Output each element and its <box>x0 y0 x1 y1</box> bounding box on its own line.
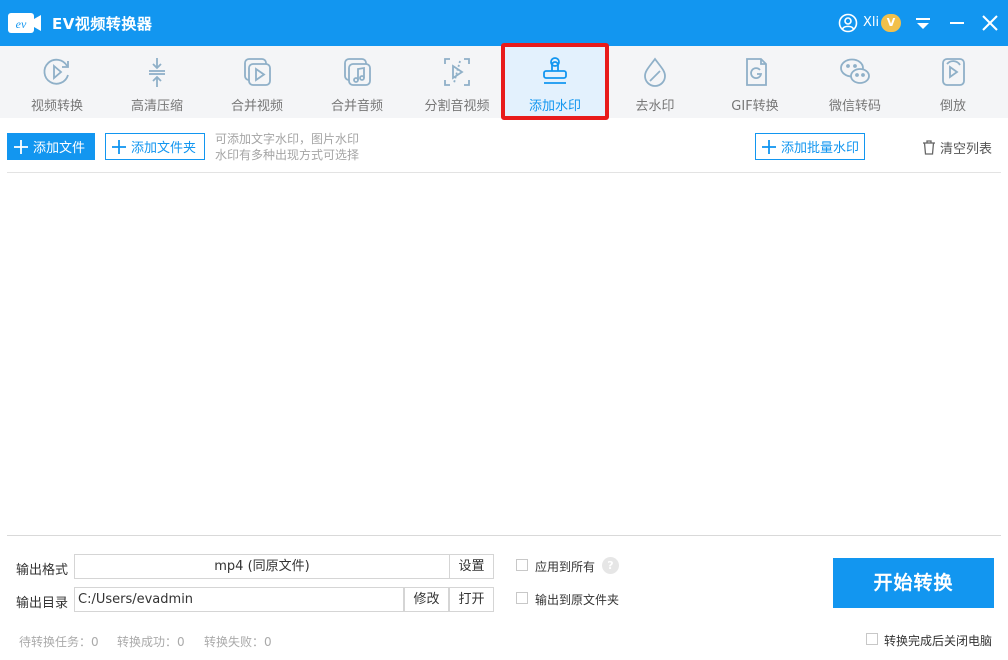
add-folder-button[interactable]: 添加文件夹 <box>105 133 205 160</box>
clear-list-label: 清空列表 <box>940 138 992 157</box>
app-logo-icon: ev <box>8 12 42 34</box>
add-batch-label: 添加批量水印 <box>781 137 859 156</box>
clear-list-button[interactable]: 清空列表 <box>922 138 992 157</box>
apply-all-checkbox[interactable] <box>516 559 528 571</box>
output-dir-label: 输出目录 <box>16 592 68 611</box>
vip-badge[interactable]: V <box>881 14 901 32</box>
tool-label: 合并音频 <box>307 95 407 114</box>
wechat-icon <box>838 56 872 88</box>
file-list-area[interactable] <box>7 173 1001 535</box>
plus-icon <box>761 139 777 155</box>
tool-label: 高清压缩 <box>107 95 207 114</box>
app-title: EV视频转换器 <box>52 13 152 34</box>
reverse-icon <box>936 56 970 88</box>
svg-text:ev: ev <box>16 17 27 31</box>
plus-icon <box>13 139 29 155</box>
tool-compress[interactable]: 高清压缩 <box>107 46 207 118</box>
compress-icon <box>140 56 174 88</box>
merge-video-icon <box>240 56 274 88</box>
tool-label: 分割音视频 <box>407 95 507 114</box>
modify-button[interactable]: 修改 <box>404 587 449 612</box>
watermark-hint: 可添加文字水印，图片水印 水印有多种出现方式可选择 <box>215 131 359 163</box>
user-avatar-icon[interactable] <box>838 13 858 33</box>
fail-status: 转换失败：0 <box>204 633 272 650</box>
tool-merge-audio[interactable]: 合并音频 <box>307 46 407 118</box>
output-to-source-label: 输出到原文件夹 <box>535 591 619 608</box>
apply-all-label: 应用到所有 <box>535 558 595 575</box>
shutdown-label: 转换完成后关闭电脑 <box>884 632 992 649</box>
tool-label: 合并视频 <box>207 95 307 114</box>
start-convert-button[interactable]: 开始转换 <box>833 558 994 608</box>
title-bar: ev EV视频转换器 Xli V <box>0 0 1008 46</box>
divider <box>7 535 1001 536</box>
remove-watermark-icon <box>638 56 672 88</box>
add-file-label: 添加文件 <box>33 137 85 156</box>
open-button[interactable]: 打开 <box>449 587 494 612</box>
tool-gif-convert[interactable]: GIF转换 <box>705 46 805 118</box>
plus-icon <box>111 139 127 155</box>
tool-label: 视频转换 <box>7 95 107 114</box>
tool-label: GIF转换 <box>705 95 805 114</box>
user-name[interactable]: Xli <box>863 15 879 30</box>
gif-icon <box>738 56 772 88</box>
tool-wechat-transcode[interactable]: 微信转码 <box>805 46 905 118</box>
highlight-box <box>501 43 609 120</box>
add-batch-watermark-button[interactable]: 添加批量水印 <box>755 133 865 160</box>
tool-video-convert[interactable]: 视频转换 <box>7 46 107 118</box>
tool-label: 去水印 <box>605 95 705 114</box>
output-format-label: 输出格式 <box>16 559 68 578</box>
output-format-field[interactable]: mp4 (同原文件) <box>74 554 450 579</box>
tool-remove-watermark[interactable]: 去水印 <box>605 46 705 118</box>
split-av-icon <box>440 56 474 88</box>
tool-merge-video[interactable]: 合并视频 <box>207 46 307 118</box>
minimize-icon[interactable] <box>946 12 968 34</box>
shutdown-checkbox[interactable] <box>866 633 878 645</box>
hint-line-1: 可添加文字水印，图片水印 <box>215 131 359 147</box>
hint-line-2: 水印有多种出现方式可选择 <box>215 147 359 163</box>
tool-reverse[interactable]: 倒放 <box>903 46 1003 118</box>
menu-dropdown-icon[interactable] <box>912 12 934 34</box>
add-file-button[interactable]: 添加文件 <box>7 133 95 160</box>
trash-icon <box>922 140 936 155</box>
success-status: 转换成功：0 <box>117 633 185 650</box>
close-icon[interactable] <box>979 12 1001 34</box>
tool-label: 微信转码 <box>805 95 905 114</box>
add-folder-label: 添加文件夹 <box>131 137 196 156</box>
tool-split-av[interactable]: 分割音视频 <box>407 46 507 118</box>
settings-button[interactable]: 设置 <box>449 554 494 579</box>
video-convert-icon <box>40 56 74 88</box>
pending-tasks-status: 待转换任务：0 <box>19 633 99 650</box>
merge-audio-icon <box>340 56 374 88</box>
help-icon[interactable]: ? <box>602 557 619 574</box>
output-to-source-checkbox[interactable] <box>516 592 528 604</box>
output-dir-field[interactable]: C:/Users/evadmin <box>74 587 404 612</box>
tool-label: 倒放 <box>903 95 1003 114</box>
